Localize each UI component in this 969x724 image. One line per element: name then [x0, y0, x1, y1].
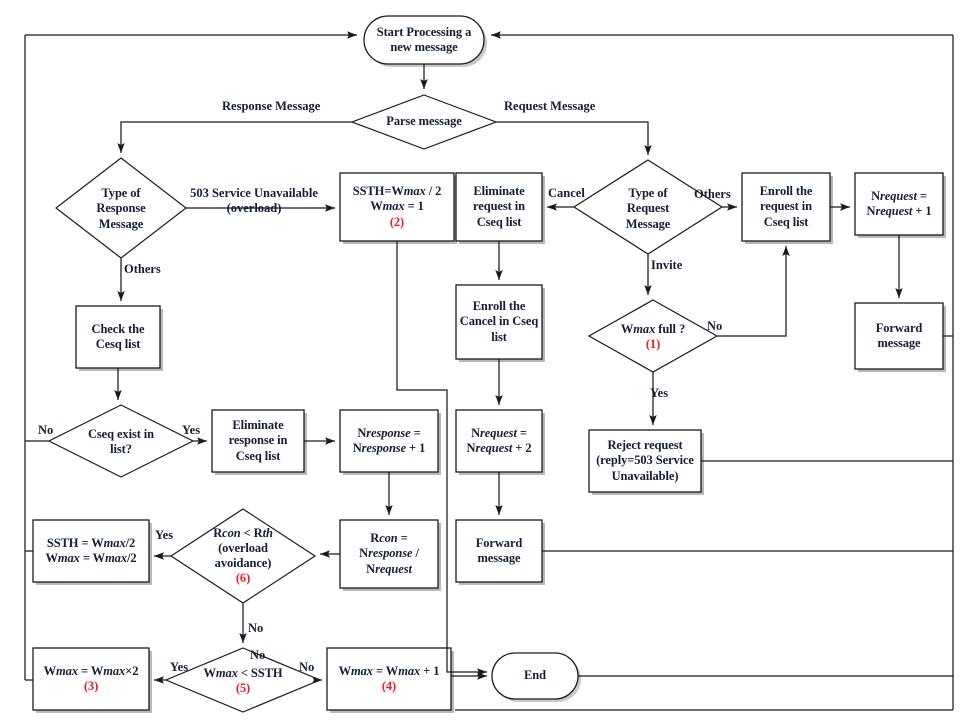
edge-label-others-response: Others — [124, 262, 161, 276]
edge-label-wmax-ssth-yes: Yes — [170, 660, 189, 674]
edge-label-wmax-ssth-no-right: No — [299, 660, 315, 674]
edge-label-rcon-no: No — [248, 621, 264, 635]
edge-label-response-message: Response Message — [222, 99, 321, 113]
edge-label-wmax-full-yes: Yes — [650, 386, 669, 400]
edge-label-rcon-yes: Yes — [155, 528, 174, 542]
flowchart-canvas: Start Processing a new message Parse mess… — [0, 0, 969, 724]
edge-label-wmax-full-no: No — [707, 319, 723, 333]
edge-label-request-message: Request Message — [504, 99, 596, 113]
edge-label-invite: Invite — [651, 258, 683, 272]
edge-label-503-service-unavailable: 503 Service Unavailable (overload) — [178, 186, 330, 216]
edge-label-cseq-yes: Yes — [182, 423, 201, 437]
edge-label-cancel: Cancel — [548, 186, 585, 200]
flowchart-svg — [24, 15, 954, 713]
edge-label-503-text: 503 Service Unavailable (overload) — [190, 186, 318, 215]
edge-label-others-request: Others — [694, 187, 731, 201]
edge-label-wmax-ssth-no-top: No — [250, 648, 266, 662]
edge-label-cseq-no: No — [38, 423, 54, 437]
flow-connectors — [24, 31, 954, 711]
